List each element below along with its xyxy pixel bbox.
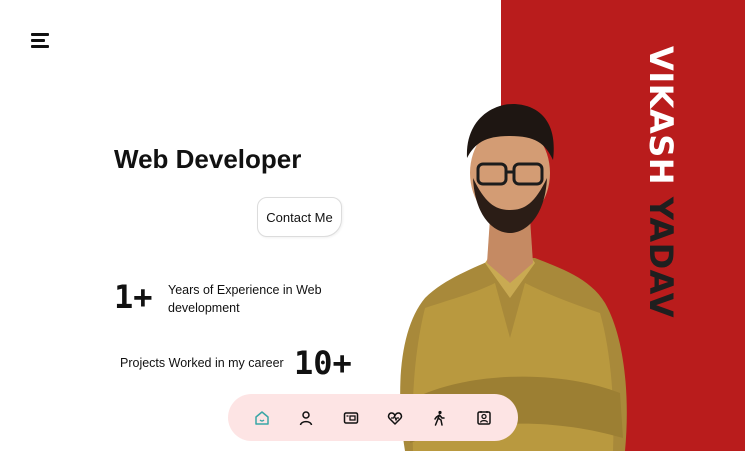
first-name: VIKASH — [642, 46, 680, 186]
bottom-navigation — [228, 394, 518, 441]
projects-label: Projects Worked in my career — [120, 356, 284, 370]
last-name: YADAV — [642, 196, 680, 318]
menu-line — [31, 33, 49, 36]
nav-about[interactable] — [292, 404, 320, 432]
contact-me-button[interactable]: Contact Me — [257, 197, 342, 237]
nav-contact[interactable] — [470, 404, 498, 432]
vertical-name: VIKASH YADAV — [642, 46, 680, 318]
home-icon — [255, 410, 269, 425]
walk-icon — [434, 410, 446, 426]
menu-line — [31, 39, 45, 42]
portfolio-icon — [343, 411, 359, 424]
nav-home[interactable] — [248, 404, 276, 432]
contact-card-icon — [477, 410, 491, 425]
projects-count: 10+ — [294, 344, 352, 382]
hamburger-menu-icon[interactable] — [31, 33, 51, 50]
experience-label: Years of Experience in Web development — [168, 283, 322, 315]
nav-portfolio[interactable] — [337, 404, 365, 432]
user-icon — [300, 410, 313, 425]
menu-line — [31, 45, 49, 48]
experience-count: 1+ — [114, 278, 153, 316]
heart-icon — [388, 411, 403, 425]
nav-services[interactable] — [381, 404, 409, 432]
hero-title: Web Developer — [114, 144, 302, 174]
nav-hobbies[interactable] — [425, 404, 453, 432]
